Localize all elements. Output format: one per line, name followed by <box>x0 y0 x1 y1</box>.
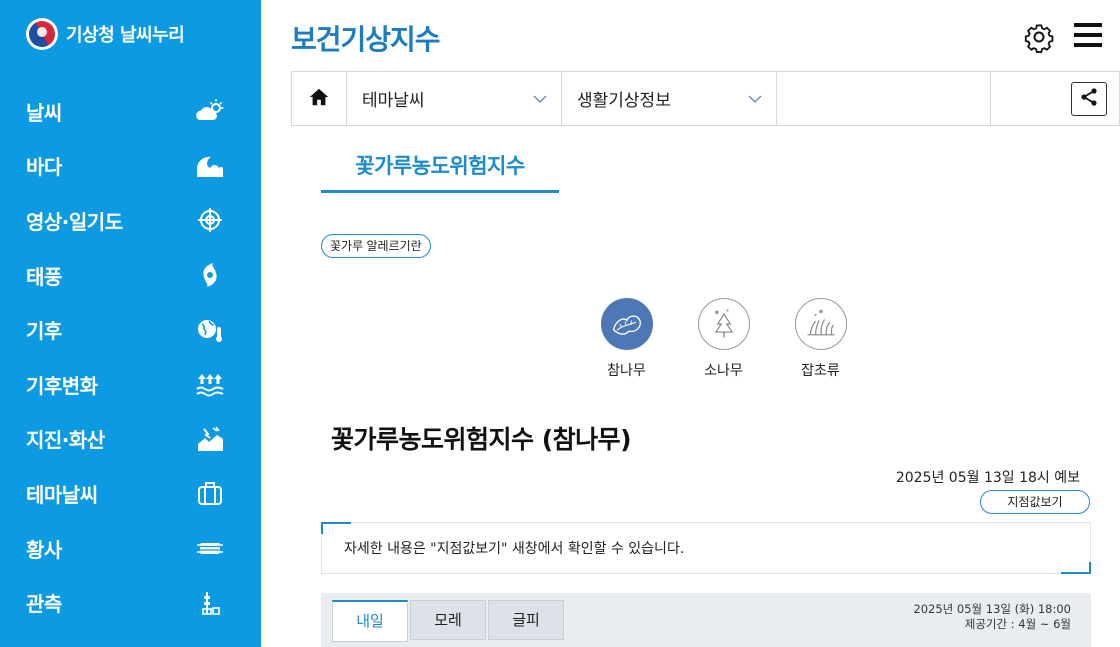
pollen-allergy-button[interactable]: 꽃가루 알레르기란 <box>321 234 431 258</box>
day-tab-bar: 내일 모레 글피 2025년 05월 13일 (화) 18:00 제공기간 : … <box>321 593 1091 647</box>
sidebar-item-label: 기후 <box>26 319 62 344</box>
sidebar-item-label: 관측 <box>26 592 62 617</box>
pollen-option-label: 잡초류 <box>801 363 840 379</box>
chevron-down-icon <box>748 89 762 109</box>
view-point-values-button[interactable]: 지점값보기 <box>980 490 1090 514</box>
sidebar-item-climate[interactable]: 기후 <box>0 302 261 357</box>
issued-time: 2025년 05월 13일 (화) 18:00 <box>913 602 1071 616</box>
sidebar-item-label: 날씨 <box>26 100 62 125</box>
service-period: 제공기간 : 4월 ~ 6월 <box>964 617 1071 631</box>
breadcrumb: 테마날씨 생활기상정보 <box>291 71 1120 126</box>
sidebar-item-earthquake-volcano[interactable]: 지진·화산 <box>0 412 261 467</box>
breadcrumb-empty-slot <box>777 72 991 125</box>
pollen-option-label: 참나무 <box>607 363 646 379</box>
day-tabs: 내일 모레 글피 <box>332 600 566 642</box>
tab-day-after-tomorrow[interactable]: 모레 <box>410 600 486 640</box>
pine-tree-icon <box>697 298 750 350</box>
oak-leaf-icon <box>600 298 653 350</box>
share-icon <box>1079 87 1099 111</box>
sidebar-item-typhoon[interactable]: 태풍 <box>0 248 261 303</box>
weed-grass-icon <box>794 298 847 350</box>
rising-water-icon <box>193 370 227 398</box>
hamburger-icon[interactable] <box>1074 23 1102 51</box>
brand-name: 기상청 날씨누리 <box>66 25 185 46</box>
satellite-target-icon <box>193 206 227 234</box>
home-button[interactable] <box>292 72 347 125</box>
sidebar-item-label: 바다 <box>26 155 62 180</box>
info-notice-text: 자세한 내용은 "지점값보기" 새창에서 확인할 수 있습니다. <box>344 541 685 557</box>
sidebar-nav: 기상청 날씨누리 날씨 바다 영상·일기도 태풍 기후 기후변화 지진·화산 테… <box>0 0 261 647</box>
typhoon-icon <box>193 261 227 289</box>
page-title: 보건기상지수 <box>291 23 441 56</box>
sidebar-item-theme-weather[interactable]: 테마날씨 <box>0 466 261 521</box>
sidebar-item-label: 지진·화산 <box>26 428 105 453</box>
suitcase-icon <box>193 479 227 507</box>
sidebar-item-satellite-chart[interactable]: 영상·일기도 <box>0 193 261 248</box>
breadcrumb-level2-label: 생활기상정보 <box>577 91 671 111</box>
sidebar-item-label: 태풍 <box>26 264 62 289</box>
cloud-sun-icon <box>193 97 227 125</box>
korea-government-emblem-icon <box>26 18 58 50</box>
sidebar-item-observation[interactable]: 관측 <box>0 575 261 630</box>
breadcrumb-share-area <box>991 72 1119 125</box>
breadcrumb-select-theme[interactable]: 테마날씨 <box>347 72 562 125</box>
brand-logo-link[interactable]: 기상청 날씨누리 <box>26 18 185 50</box>
sidebar-item-label: 황사 <box>26 537 62 562</box>
home-icon <box>308 86 330 112</box>
gear-icon[interactable] <box>1022 20 1056 54</box>
sidebar-item-label: 영상·일기도 <box>26 209 123 234</box>
breadcrumb-level1-label: 테마날씨 <box>362 91 425 111</box>
sidebar-item-label: 기후변화 <box>26 373 98 398</box>
sidebar-item-label: 테마날씨 <box>26 482 98 507</box>
chevron-down-icon <box>533 89 547 109</box>
tab-tomorrow[interactable]: 내일 <box>332 600 408 642</box>
sidebar-item-sea[interactable]: 바다 <box>0 139 261 194</box>
pollen-option-oak[interactable]: 참나무 <box>578 298 675 380</box>
mask-icon <box>193 534 227 562</box>
share-button[interactable] <box>1071 81 1107 116</box>
forecast-timestamp: 2025년 05월 13일 18시 예보 <box>895 470 1080 486</box>
breadcrumb-select-life[interactable]: 생활기상정보 <box>562 72 777 125</box>
observation-tower-icon <box>193 589 227 617</box>
tab-three-days-later[interactable]: 글피 <box>488 600 564 640</box>
sidebar-item-yellow-dust[interactable]: 황사 <box>0 521 261 576</box>
pollen-option-pine[interactable]: 소나무 <box>675 298 772 380</box>
earthquake-icon <box>193 425 227 453</box>
pollen-option-weeds[interactable]: 잡초류 <box>772 298 869 380</box>
info-notice: 자세한 내용은 "지점값보기" 새창에서 확인할 수 있습니다. <box>321 522 1091 574</box>
issue-info: 2025년 05월 13일 (화) 18:00 제공기간 : 4월 ~ 6월 <box>913 602 1071 632</box>
sidebar-item-weather[interactable]: 날씨 <box>0 84 261 139</box>
globe-thermometer-icon <box>193 316 227 344</box>
section-title: 꽃가루농도위험지수 (참나무) <box>331 425 632 454</box>
pollen-option-label: 소나무 <box>704 363 743 379</box>
main-menu: 날씨 바다 영상·일기도 태풍 기후 기후변화 지진·화산 테마날씨 황사 관측 <box>0 84 261 630</box>
pollen-type-selector: 참나무 소나무 잡초류 <box>578 298 869 380</box>
tab-pollen-risk-index[interactable]: 꽃가루농도위험지수 <box>321 150 559 193</box>
sidebar-item-climate-change[interactable]: 기후변화 <box>0 357 261 412</box>
wave-icon <box>193 152 227 180</box>
